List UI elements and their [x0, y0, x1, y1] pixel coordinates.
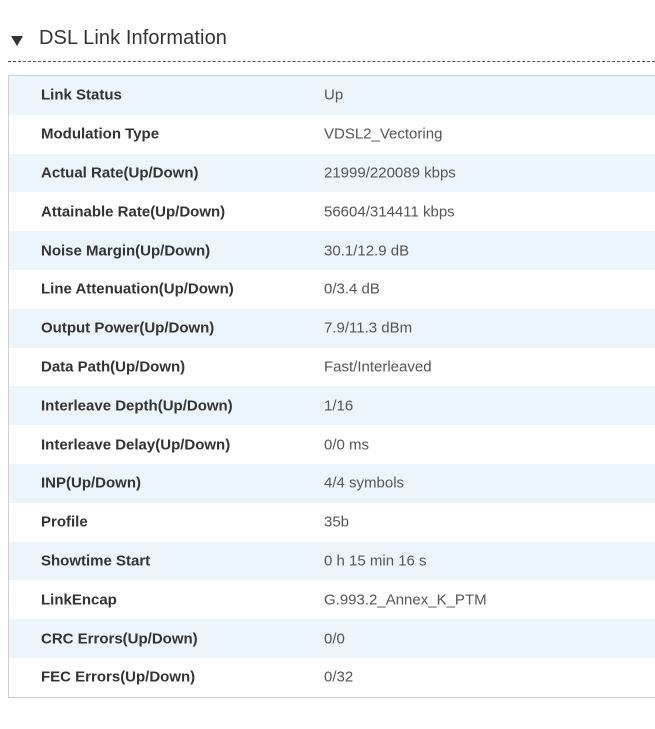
- table-row-fec-errors: FEC Errors(Up/Down) 0/32: [9, 657, 655, 697]
- row-label: Attainable Rate(Up/Down): [41, 203, 226, 221]
- triangle-down-icon[interactable]: [11, 36, 23, 46]
- table-row-link-status: Link Status Up: [9, 76, 655, 115]
- row-value: 0 h 15 min 16 s: [324, 552, 427, 570]
- row-label: Data Path(Up/Down): [41, 358, 186, 376]
- row-value: 21999/220089 kbps: [324, 164, 456, 182]
- row-value: 0/3.4 dB: [324, 280, 380, 298]
- table-row-actual-rate: Actual Rate(Up/Down) 21999/220089 kbps: [9, 153, 655, 193]
- row-label: Actual Rate(Up/Down): [41, 164, 199, 182]
- row-label: Interleave Delay(Up/Down): [41, 436, 231, 454]
- row-value: 0/0 ms: [324, 436, 370, 454]
- row-label: Modulation Type: [41, 125, 160, 143]
- row-label: Link Status: [41, 86, 122, 104]
- row-label: Noise Margin(Up/Down): [41, 242, 211, 260]
- row-value: 7.9/11.3 dBm: [324, 319, 413, 337]
- row-label: Interleave Depth(Up/Down): [41, 397, 233, 415]
- table-row-interleave-depth: Interleave Depth(Up/Down) 1/16: [9, 386, 655, 426]
- table-row-showtime-start: Showtime Start 0 h 15 min 16 s: [9, 541, 655, 581]
- row-value: 56604/314411 kbps: [324, 203, 455, 221]
- row-label: Profile: [41, 513, 88, 531]
- row-label: INP(Up/Down): [41, 474, 141, 492]
- table-row-output-power: Output Power(Up/Down) 7.9/11.3 dBm: [9, 308, 655, 348]
- row-label: Line Attenuation(Up/Down): [41, 280, 234, 298]
- table-row-profile: Profile 35b: [9, 502, 655, 542]
- row-label: FEC Errors(Up/Down): [41, 668, 196, 686]
- row-value: 0/0: [324, 630, 345, 648]
- table-row-data-path: Data Path(Up/Down) Fast/Interleaved: [9, 347, 655, 387]
- table-row-crc-errors: CRC Errors(Up/Down) 0/0: [9, 619, 655, 658]
- row-label: Showtime Start: [41, 552, 151, 570]
- dsl-info-table: Link Status Up Modulation Type VDSL2_Vec…: [8, 75, 655, 698]
- table-row-interleave-delay: Interleave Delay(Up/Down) 0/0 ms: [9, 425, 655, 464]
- section-header: DSL Link Information: [8, 18, 655, 62]
- row-value: Up: [324, 86, 344, 104]
- row-value: G.993.2_Annex_K_PTM: [324, 591, 487, 609]
- row-value: 0/32: [324, 668, 354, 686]
- table-row-noise-margin: Noise Margin(Up/Down) 30.1/12.9 dB: [9, 231, 655, 270]
- table-row-inp: INP(Up/Down) 4/4 symbols: [9, 463, 655, 503]
- table-row-attainable-rate: Attainable Rate(Up/Down) 56604/314411 kb…: [9, 192, 655, 232]
- table-row-line-attenuation: Line Attenuation(Up/Down) 0/3.4 dB: [9, 269, 655, 309]
- row-label: LinkEncap: [41, 591, 117, 609]
- table-row-link-encap: LinkEncap G.993.2_Annex_K_PTM: [9, 580, 655, 620]
- row-value: Fast/Interleaved: [324, 358, 432, 376]
- row-value: VDSL2_Vectoring: [324, 125, 443, 143]
- table-row-modulation-type: Modulation Type VDSL2_Vectoring: [9, 114, 655, 154]
- row-value: 35b: [324, 513, 350, 531]
- row-value: 1/16: [324, 397, 354, 415]
- row-label: CRC Errors(Up/Down): [41, 630, 198, 648]
- row-label: Output Power(Up/Down): [41, 319, 215, 337]
- row-value: 30.1/12.9 dB: [324, 242, 410, 260]
- row-value: 4/4 symbols: [324, 474, 405, 492]
- section-title: DSL Link Information: [39, 27, 228, 49]
